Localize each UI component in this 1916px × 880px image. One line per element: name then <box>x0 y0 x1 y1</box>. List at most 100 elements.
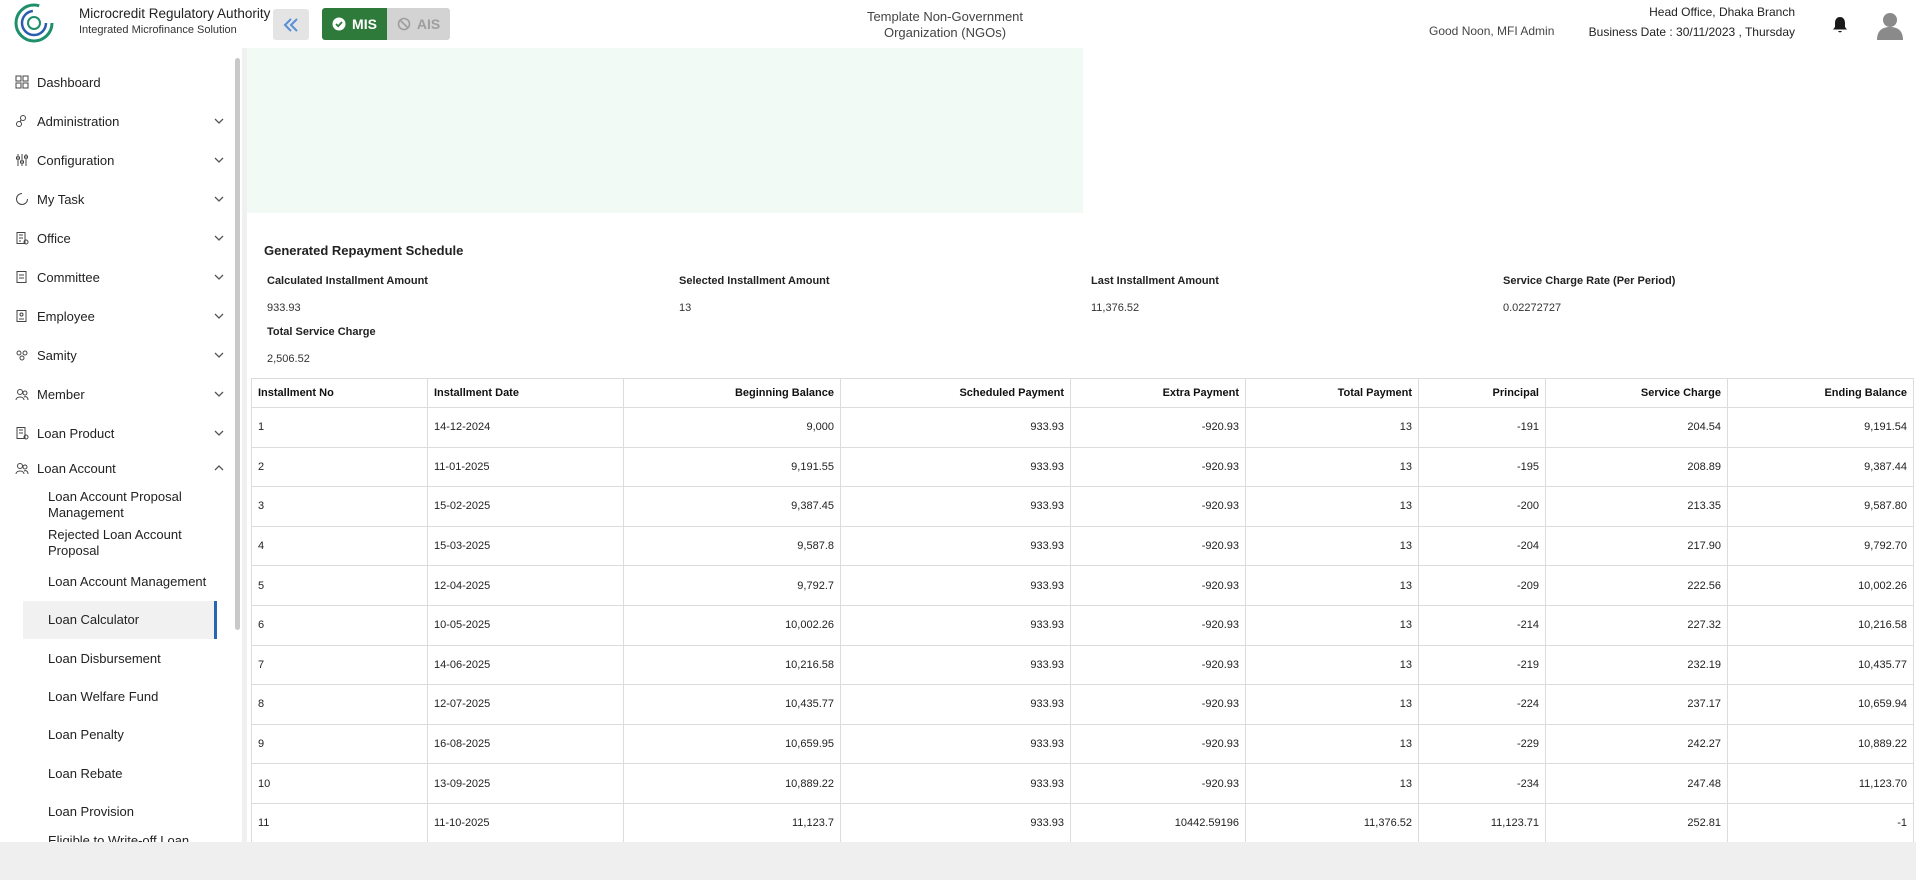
table-cell: -920.93 <box>1070 446 1246 488</box>
loan-account-icon <box>15 463 29 475</box>
chevron-down-icon <box>214 274 224 280</box>
sidebar-item-loan-product[interactable]: Loan Product <box>0 418 232 448</box>
table-row: 8 12-07-2025 10,435.77 933.93 -920.93 13 -224 2… <box>251 684 1914 725</box>
task-icon <box>16 192 29 205</box>
table-cell: 9,792.70 <box>1727 525 1914 567</box>
submenu-loan-rebate[interactable]: Loan Rebate <box>23 755 217 793</box>
repayment-schedule-table: Installment No Installment Date Beginnin… <box>251 378 1914 842</box>
table-cell: 933.93 <box>840 723 1071 765</box>
table-cell: 10-05-2025 <box>427 604 624 646</box>
submenu-label: Loan Calculator <box>48 612 140 627</box>
sidebar-scrollbar[interactable] <box>235 58 240 630</box>
sidebar-item-member[interactable]: Member <box>0 379 232 409</box>
sidebar-item-administration[interactable]: Administration <box>0 106 232 136</box>
user-avatar[interactable] <box>1874 9 1906 41</box>
sidebar-item-loan-account[interactable]: Loan Account <box>0 453 232 483</box>
table-cell: 3 <box>251 486 428 527</box>
table-cell: 13 <box>1245 723 1419 765</box>
table-cell: 10,216.58 <box>1727 604 1914 646</box>
table-cell: 13-09-2025 <box>427 763 624 804</box>
sidebar-item-employee[interactable]: Employee <box>0 301 232 331</box>
table-header-row: Installment No Installment Date Beginnin… <box>251 378 1914 408</box>
table-cell: -920.93 <box>1070 763 1246 804</box>
table-cell: 933.93 <box>840 407 1071 448</box>
sidebar-item-my-task[interactable]: My Task <box>0 184 232 214</box>
submenu-eligible-write-off-loan[interactable]: Eligible to Write-off Loan <box>23 831 217 842</box>
submenu-loan-account-proposal-management[interactable]: Loan Account Proposal Management <box>23 488 217 522</box>
employee-icon <box>16 310 27 322</box>
submenu-label: Loan Welfare Fund <box>48 689 159 704</box>
table-cell: -1 <box>1727 802 1914 842</box>
mis-mode-button[interactable]: MIS <box>322 8 387 40</box>
table-cell: 933.93 <box>840 525 1071 567</box>
table-cell: -920.93 <box>1070 684 1246 725</box>
table-cell: 9,387.44 <box>1727 446 1914 488</box>
sidebar-item-committee[interactable]: Committee <box>0 262 232 292</box>
ban-icon <box>397 17 411 31</box>
chevron-up-icon <box>214 465 224 471</box>
table-cell: 217.90 <box>1545 525 1728 567</box>
table-row: 5 12-04-2025 9,792.7 933.93 -920.93 13 -209 222… <box>251 565 1914 606</box>
submenu-loan-disbursement[interactable]: Loan Disbursement <box>23 640 217 678</box>
table-cell: -920.93 <box>1070 407 1246 448</box>
last-installment-label: Last Installment Amount <box>1091 275 1219 287</box>
brand-subtitle: Integrated Microfinance Solution <box>79 24 237 36</box>
submenu-loan-provision[interactable]: Loan Provision <box>23 793 217 831</box>
table-cell: 9,792.7 <box>623 565 841 606</box>
table-cell: 13 <box>1245 763 1419 804</box>
table-row: 3 15-02-2025 9,387.45 933.93 -920.93 13 -200 21… <box>251 486 1914 527</box>
table-cell: 10442.59196 <box>1070 802 1246 842</box>
mra-logo <box>14 3 54 43</box>
table-cell: 6 <box>251 604 428 646</box>
sidebar-item-configuration[interactable]: Configuration <box>0 145 232 175</box>
sidebar-item-office[interactable]: Office <box>0 223 232 253</box>
table-cell: 9,191.54 <box>1727 407 1914 448</box>
mode-toggle: MIS AIS <box>322 8 450 40</box>
sidebar-item-dashboard[interactable]: Dashboard <box>0 67 232 97</box>
table-cell: -191 <box>1418 407 1546 448</box>
sidebar-item-samity[interactable]: Samity <box>0 340 232 370</box>
submenu-label: Loan Account Management <box>48 574 207 589</box>
table-cell: 5 <box>251 565 428 606</box>
submenu-loan-welfare-fund[interactable]: Loan Welfare Fund <box>23 678 217 716</box>
submenu-loan-account-management[interactable]: Loan Account Management <box>23 565 217 599</box>
table-cell: 15-03-2025 <box>427 525 624 567</box>
samity-icon <box>16 350 28 361</box>
sidebar-item-label: Office <box>37 230 71 246</box>
calculated-installment-value: 933.93 <box>267 302 301 314</box>
submenu-rejected-loan-account-proposal[interactable]: Rejected Loan Account Proposal <box>23 526 217 560</box>
ais-mode-button[interactable]: AIS <box>387 8 450 40</box>
committee-icon <box>16 271 27 283</box>
sidebar-item-label: Loan Account <box>37 460 116 476</box>
table-cell: 13 <box>1245 486 1419 527</box>
table-cell: 10,216.58 <box>623 644 841 686</box>
table-cell: 9 <box>251 723 428 765</box>
member-icon <box>15 389 29 401</box>
table-cell: 11-10-2025 <box>427 802 624 842</box>
submenu-loan-penalty[interactable]: Loan Penalty <box>23 716 217 754</box>
table-cell: 10,002.26 <box>623 604 841 646</box>
submenu-label: Loan Account Proposal Management <box>48 489 182 520</box>
check-circle-icon <box>332 17 346 31</box>
table-cell: 7 <box>251 644 428 686</box>
table-cell: 14-12-2024 <box>427 407 624 448</box>
bell-icon[interactable] <box>1830 15 1850 35</box>
sidebar-item-label: Samity <box>37 347 77 363</box>
table-cell: 222.56 <box>1545 565 1728 606</box>
submenu-loan-calculator[interactable]: Loan Calculator <box>23 601 217 639</box>
column-header: Installment Date <box>427 378 624 408</box>
table-cell: 11 <box>251 802 428 842</box>
chevron-down-icon <box>214 391 224 397</box>
table-cell: 11,123.7 <box>623 802 841 842</box>
table-cell: 933.93 <box>840 763 1071 804</box>
calculator-form-panel <box>247 48 1083 213</box>
table-row: 4 15-03-2025 9,587.8 933.93 -920.93 13 -204 217… <box>251 525 1914 567</box>
table-cell: 16-08-2025 <box>427 723 624 765</box>
table-cell: 13 <box>1245 565 1419 606</box>
loan-product-icon <box>16 427 29 440</box>
sidebar-item-label: My Task <box>37 191 85 207</box>
table-cell: 4 <box>251 525 428 567</box>
table-cell: 232.19 <box>1545 644 1728 686</box>
table-cell: 15-02-2025 <box>427 486 624 527</box>
collapse-sidebar-button[interactable] <box>273 9 309 40</box>
